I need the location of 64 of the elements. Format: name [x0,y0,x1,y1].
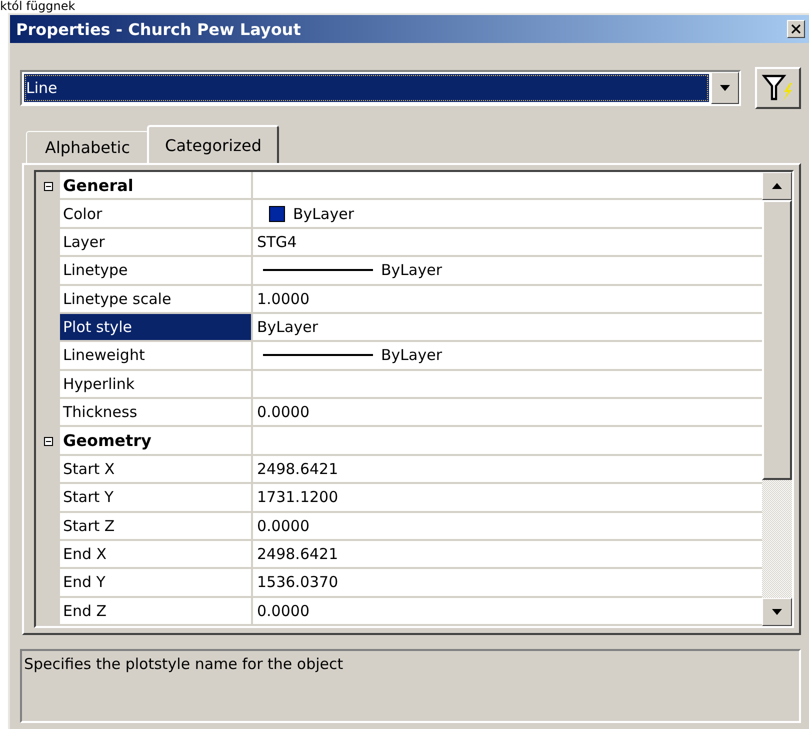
property-value[interactable]: 2498.6421 [253,456,762,484]
property-name[interactable]: Layer [60,228,253,258]
quick-select-button[interactable] [755,67,801,109]
property-name[interactable]: End X [60,540,253,570]
property-value[interactable]: ByLayer [253,342,762,371]
value-text: 0.0000 [257,403,310,422]
dropdown-value: Line [24,74,709,102]
property-name[interactable]: Hyperlink [60,370,253,399]
property-name[interactable]: Color [60,200,253,229]
property-value[interactable]: 2498.6421 [253,540,762,570]
property-name[interactable]: Lineweight [60,342,253,371]
tab[interactable]: Alphabetic [26,131,150,163]
value-text: 0.0000 [257,602,310,620]
description-text: Specifies the plotstyle name for the object [24,655,344,673]
value-text: 2498.6421 [257,460,338,478]
property-value[interactable]: 1731.1200 [253,484,762,512]
caret-icon [772,183,782,189]
value-text: 1731.1200 [257,488,338,506]
scroll-down-button[interactable] [762,598,792,626]
property-value[interactable]: ByLayer [253,257,762,286]
window-title: Properties - Church Pew Layout [16,20,301,38]
caret-icon [720,85,730,91]
property-value[interactable]: 0.0000 [253,598,762,626]
background-text: któl függnek [0,0,76,13]
value-text: ByLayer [381,346,442,364]
value-text: 2498.6421 [257,545,338,564]
property-name[interactable]: Start Y [60,484,253,512]
property-value[interactable]: ByLayer [253,314,762,342]
close-icon [791,24,801,34]
value-text: STG4 [257,232,297,251]
value-text: ByLayer [293,204,354,223]
collapse-toggle[interactable] [44,182,52,191]
value-text: 0.0000 [257,516,310,535]
property-value[interactable]: 0.0000 [253,512,762,541]
value-text: 1.0000 [257,290,310,308]
dropdown-arrow-button[interactable] [711,72,739,104]
property-name[interactable]: Start Z [60,512,253,541]
property-value[interactable]: 0.0000 [253,399,762,428]
property-name[interactable]: End Z [60,598,253,626]
tab[interactable]: Categorized [147,125,280,163]
property-name[interactable]: End Y [60,569,253,598]
value-text: 1536.0370 [257,573,338,592]
property-value[interactable]: ByLayer [253,200,762,229]
property-name[interactable]: Linetype [60,257,253,286]
scroll-thumb[interactable] [762,200,792,480]
value-text: ByLayer [257,318,318,336]
funnel-lightning-icon [761,73,795,103]
property-value[interactable]: STG4 [253,228,762,258]
line-sample-icon [263,269,373,272]
collapse-toggle[interactable] [44,437,52,446]
caret-icon [772,609,782,615]
object-type-dropdown[interactable]: Line [20,70,741,106]
property-name[interactable]: Thickness [60,399,253,428]
property-value[interactable]: 1536.0370 [253,569,762,598]
scroll-up-button[interactable] [762,172,792,200]
value-text: ByLayer [381,261,442,280]
close-button[interactable] [787,20,805,38]
property-name[interactable]: Start X [60,456,253,484]
line-sample-icon [263,354,373,356]
category-label[interactable]: Geometry [60,427,253,456]
property-name[interactable]: Plot style [60,314,253,342]
scrollbar[interactable] [762,172,792,626]
property-value[interactable]: 1.0000 [253,286,762,314]
category-label[interactable]: General [60,172,253,200]
